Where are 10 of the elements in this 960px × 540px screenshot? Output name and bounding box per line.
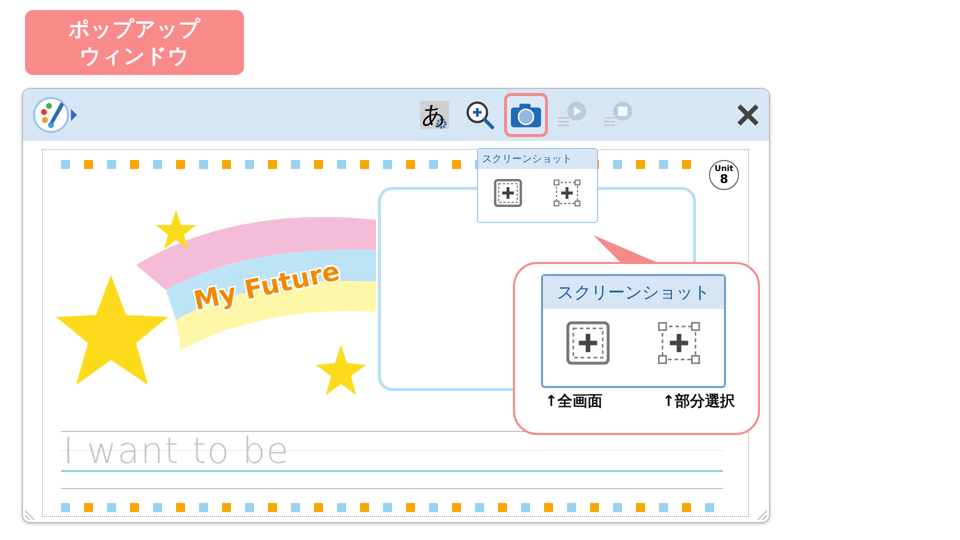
panel-title: スクリーンショット: [543, 276, 724, 309]
trace-text: I want to be: [63, 432, 290, 472]
shooting-star-drawing: My Future: [56, 205, 376, 415]
caption-line: ポップアップ: [68, 16, 200, 42]
option-caption: ↑全画面: [545, 392, 603, 411]
tooltip-title: スクリーンショット: [478, 149, 597, 169]
unit-number: 8: [720, 173, 728, 185]
unit-label: Unit: [714, 165, 734, 173]
option-caption: ↑部分選択: [662, 392, 735, 411]
caption-line: ウィンドウ: [80, 42, 190, 70]
